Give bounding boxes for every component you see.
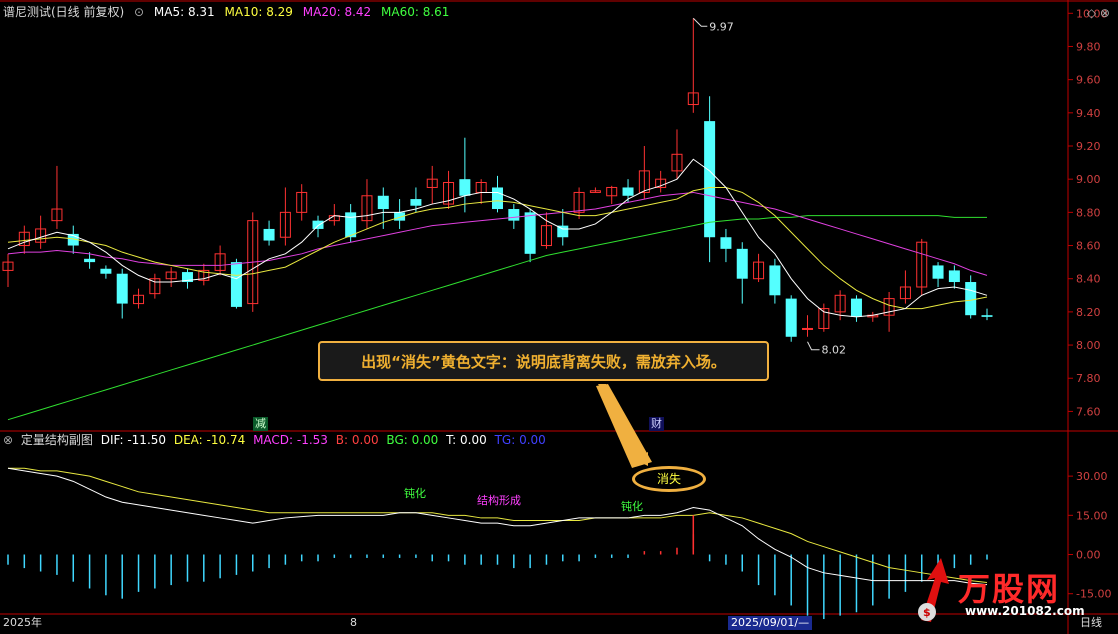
price-tick-label: 8.40 xyxy=(1076,273,1101,286)
price-tick-label: 8.20 xyxy=(1076,306,1101,319)
high-label: 9.97 xyxy=(709,20,734,33)
price-tick-label: 9.20 xyxy=(1076,140,1101,153)
window-controls-icon[interactable]: ◇ ⊗ xyxy=(1087,6,1110,20)
candle-body-down xyxy=(704,121,716,238)
wangu-logo: $ 万股网 www.201082.com xyxy=(913,558,1118,628)
sub-chart-header: ⊗ 定量结构副图 DIF: -11.50 DEA: -10.74 MACD: -… xyxy=(3,432,550,448)
main-chart-header: 谱尼测试(日线 前复权) ⊙ MA5: 8.31 MA10: 8.29 MA20… xyxy=(3,3,455,21)
candle-body-down xyxy=(720,237,732,249)
macd-value: MACD: -1.53 xyxy=(253,433,328,447)
cursor-date: 2025/09/01/— xyxy=(728,616,813,630)
candle-body-down xyxy=(100,268,112,274)
candle-body-down xyxy=(263,228,275,241)
dea-value: DEA: -10.74 xyxy=(173,433,246,447)
candle-body-down xyxy=(948,270,960,283)
candle-body-down xyxy=(622,187,634,196)
candle-body-down xyxy=(785,298,797,337)
jian-marker[interactable]: 减 xyxy=(253,417,268,431)
candle-body-down xyxy=(850,298,862,317)
candle-body-down xyxy=(312,220,324,229)
low-label: 8.02 xyxy=(822,344,847,357)
candle-body-down xyxy=(410,199,422,206)
low-pointer xyxy=(807,341,820,351)
sub-title[interactable]: 定量结构副图 xyxy=(21,433,93,447)
price-tick-label: 8.80 xyxy=(1076,206,1101,219)
candle-body-down xyxy=(84,258,96,263)
candle-body-down xyxy=(230,262,242,307)
price-tick-label: 9.60 xyxy=(1076,74,1101,87)
ma60-value: MA60: 8.61 xyxy=(381,5,450,19)
settings-icon[interactable]: ⊙ xyxy=(134,5,144,19)
candle-body-down xyxy=(981,315,993,317)
price-tick-label: 7.80 xyxy=(1076,372,1101,385)
candle-body-down xyxy=(508,209,520,221)
high-pointer xyxy=(692,17,708,27)
price-tick-label: 7.60 xyxy=(1076,405,1101,418)
close-icon[interactable]: ⊗ xyxy=(3,433,13,447)
dunhua-label-1: 钝化 xyxy=(404,487,426,500)
ma5-value: MA5: 8.31 xyxy=(153,5,215,19)
month-label: 8 xyxy=(350,616,357,629)
candle-body-down xyxy=(932,265,944,279)
cai-marker[interactable]: 财 xyxy=(649,417,664,431)
candle-body-down xyxy=(459,179,471,196)
price-tick-label: 9.00 xyxy=(1076,173,1101,186)
callout-arrow-shaft xyxy=(596,384,652,468)
sub-tick-label: 15.00 xyxy=(1076,509,1108,522)
price-tick-label: 8.60 xyxy=(1076,240,1101,253)
candle-body-down xyxy=(736,248,748,279)
candle-body-down xyxy=(377,195,389,210)
candle-body-down xyxy=(524,212,536,254)
candle-body-down xyxy=(492,187,503,210)
candle-body-down xyxy=(965,282,977,316)
t-value: T: 0.00 xyxy=(446,433,487,447)
logo-arrow-icon: $ xyxy=(918,558,949,622)
sub-tick-label: 30.00 xyxy=(1076,470,1108,483)
candle-body-down xyxy=(116,273,128,304)
year-label: 2025年 xyxy=(3,616,42,629)
bg-value: BG: 0.00 xyxy=(386,433,439,447)
candle-body-up xyxy=(802,327,814,330)
price-tick-label: 9.80 xyxy=(1076,40,1101,53)
jiegou-label: 结构形成 xyxy=(477,494,521,507)
svg-text:$: $ xyxy=(923,606,931,619)
xiaoshi-ellipse: 消失 xyxy=(632,466,706,492)
logo-url: www.201082.com xyxy=(965,604,1085,618)
ma10-value: MA10: 8.29 xyxy=(224,5,293,19)
dunhua-label-2: 钝化 xyxy=(621,500,643,513)
callout-box: 出现“消失”黄色文字：说明底背离失败，需放弃入场。 xyxy=(318,341,769,381)
stock-chart[interactable]: 10.009.809.609.409.209.008.808.608.408.2… xyxy=(0,0,1118,634)
price-tick-label: 9.40 xyxy=(1076,107,1101,120)
ma20-value: MA20: 8.42 xyxy=(302,5,372,19)
price-tick-label: 8.00 xyxy=(1076,339,1101,352)
candle-body-down xyxy=(769,265,781,296)
stock-title[interactable]: 谱尼测试(日线 前复权) xyxy=(3,5,124,19)
dif-value: DIF: -11.50 xyxy=(100,433,167,447)
tg-value: TG: 0.00 xyxy=(494,433,546,447)
b-value: B: 0.00 xyxy=(335,433,379,447)
